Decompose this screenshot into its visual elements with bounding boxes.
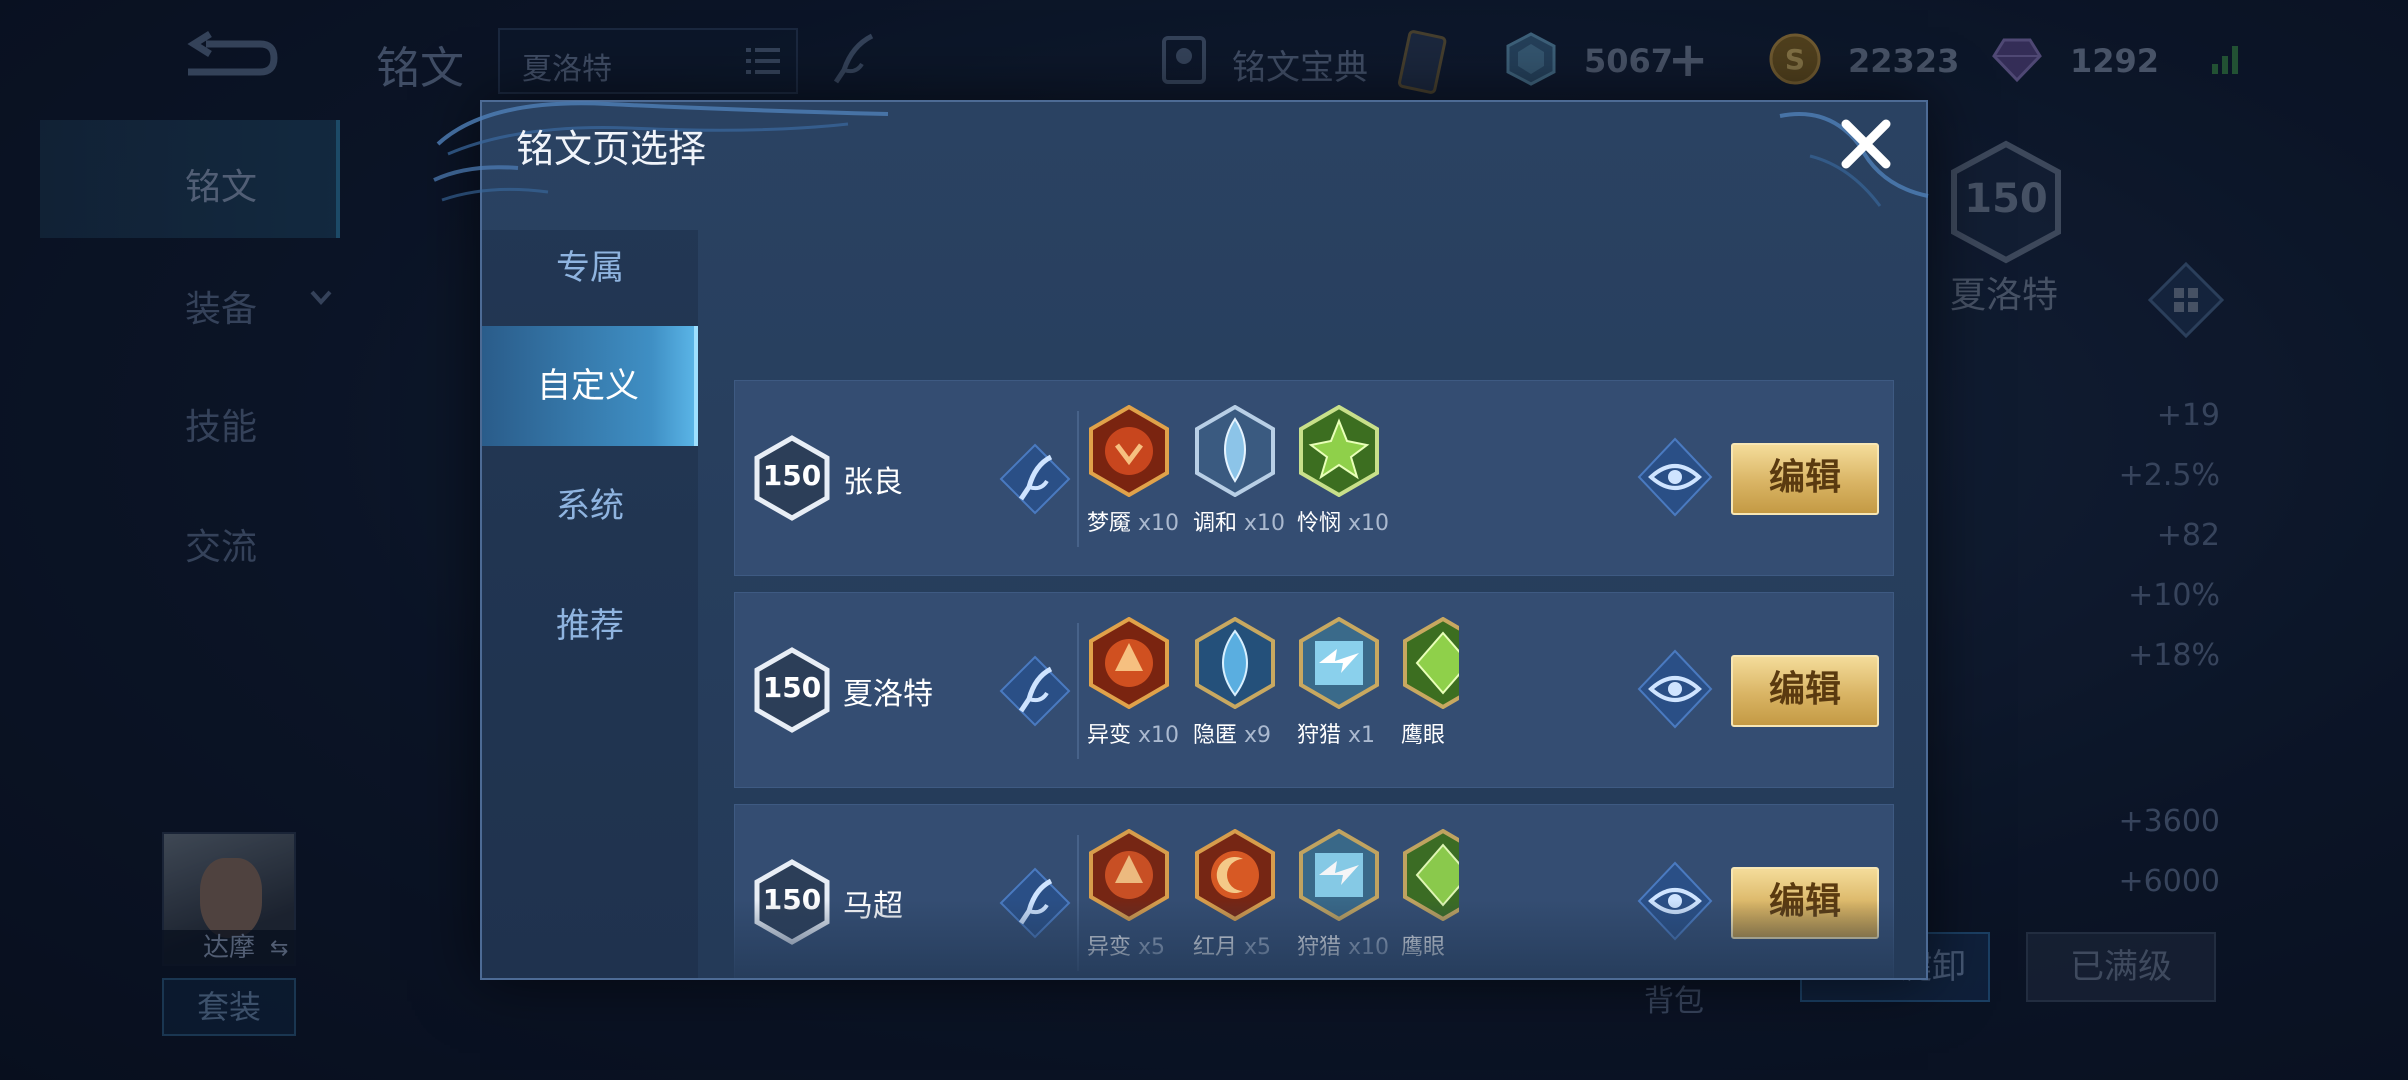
tab-system[interactable]: 系统 xyxy=(482,446,698,566)
rename-quill-icon[interactable] xyxy=(999,655,1071,727)
crystal-amount: 5067 xyxy=(1584,42,1674,80)
rune-page-hero: 张良 xyxy=(843,465,903,500)
rune-list: 梦魇 x10 调和 x10 怜悯 x10 xyxy=(1087,405,1459,555)
tab-custom[interactable]: 自定义 xyxy=(482,326,698,446)
nav-item-equipment[interactable]: 装备 xyxy=(40,242,340,360)
rune-red-moon-icon xyxy=(1195,829,1275,921)
gem-amount: 1292 xyxy=(2070,42,2160,80)
rune-stealth-icon xyxy=(1195,617,1275,709)
rune-page-row[interactable]: 150 张良 梦魇 x10 调和 x10 怜悯 x10 编辑 xyxy=(734,380,1894,576)
rune-label: 隐匿 x9 xyxy=(1193,723,1272,748)
rune-label: 异变 x10 xyxy=(1087,723,1180,748)
rune-label: 梦魇 x10 xyxy=(1087,511,1180,536)
rename-quill-icon[interactable] xyxy=(999,443,1071,515)
crystal-icon xyxy=(1506,32,1556,86)
rune-level: 150 xyxy=(1964,176,2048,222)
rune-page-hero: 马超 xyxy=(843,889,903,924)
rune-label: 鹰眼 xyxy=(1401,935,1446,960)
maxed-button[interactable]: 已满级 xyxy=(2026,932,2216,1002)
list-icon xyxy=(746,48,780,74)
eye-icon[interactable] xyxy=(1637,649,1713,729)
chevron-down-icon xyxy=(310,290,332,305)
divider xyxy=(1077,835,1079,971)
rename-quill-icon[interactable] xyxy=(822,30,882,90)
rune-mutation-icon xyxy=(1089,617,1169,709)
rune-hawkeye-icon xyxy=(1403,829,1459,921)
rune-harmony-icon xyxy=(1195,405,1275,497)
hero-portrait xyxy=(200,858,262,938)
rune-label: 调和 x10 xyxy=(1193,511,1286,536)
edit-button[interactable]: 编辑 xyxy=(1731,443,1879,515)
eye-icon[interactable] xyxy=(1637,861,1713,941)
rune-label: 怜悯 x10 xyxy=(1297,511,1390,536)
rune-label: 异变 x5 xyxy=(1087,935,1166,960)
nav-item-label: 铭文 xyxy=(185,167,258,208)
rune-mercy-icon xyxy=(1299,405,1379,497)
edit-button[interactable]: 编辑 xyxy=(1731,867,1879,939)
rune-nightmare-icon xyxy=(1089,405,1169,497)
rune-page-level: 150 xyxy=(762,883,822,916)
rune-hunt-icon xyxy=(1299,829,1379,921)
nav-item-exchange[interactable]: 交流 xyxy=(40,480,340,598)
rune-page-dropdown-value: 夏洛特 xyxy=(522,52,612,87)
rune-page-level: 150 xyxy=(762,671,822,704)
rune-hunt-icon xyxy=(1299,617,1379,709)
back-button[interactable] xyxy=(180,28,280,88)
rune-mutation-icon xyxy=(1089,829,1169,921)
add-crystal-button[interactable]: + xyxy=(1668,36,1708,84)
rune-page-row[interactable]: 150 马超 异变 x5 红月 x5 狩猎 x10 鹰眼 编辑 xyxy=(734,804,1894,978)
edit-button[interactable]: 编辑 xyxy=(1731,655,1879,727)
signal-icon xyxy=(2212,46,2238,74)
grid-icon[interactable] xyxy=(2148,262,2224,338)
rune-label: 鹰眼 xyxy=(1401,723,1446,748)
rune-label: 狩猎 x1 xyxy=(1297,723,1376,748)
rune-page-row[interactable]: 150 夏洛特 异变 x10 隐匿 x9 狩猎 x1 鹰眼 编辑 xyxy=(734,592,1894,788)
modal-title: 铭文页选择 xyxy=(516,127,707,171)
codex-label: 铭文宝典 xyxy=(1232,48,1368,88)
nav-item-label: 技能 xyxy=(185,407,258,448)
page-title: 铭文 xyxy=(376,43,464,94)
divider xyxy=(1077,411,1079,547)
rune-label: 狩猎 x10 xyxy=(1297,935,1390,960)
rename-quill-icon[interactable] xyxy=(999,867,1071,939)
rune-page-level: 150 xyxy=(762,459,822,492)
nav-item-skills[interactable]: 技能 xyxy=(40,360,340,478)
rune-page-hero: 夏洛特 xyxy=(843,677,933,712)
gold-amount: 22323 xyxy=(1848,42,1960,80)
divider xyxy=(1077,623,1079,759)
rune-list: 异变 x10 隐匿 x9 狩猎 x1 鹰眼 xyxy=(1087,617,1459,767)
rune-hawkeye-icon xyxy=(1403,617,1459,709)
suit-button[interactable]: 套装 xyxy=(162,978,296,1036)
nav-item-rune[interactable]: 铭文 xyxy=(40,120,340,238)
eye-icon[interactable] xyxy=(1637,437,1713,517)
tab-exclusive[interactable]: 专属 xyxy=(482,208,698,328)
close-icon[interactable] xyxy=(1836,114,1896,174)
rune-page-list[interactable]: 150 张良 梦魇 x10 调和 x10 怜悯 x10 编辑 150 夏洛特 异… xyxy=(734,380,1894,978)
nav-item-label: 交流 xyxy=(185,527,258,568)
card-icon[interactable] xyxy=(1392,28,1452,98)
bag-label[interactable]: 背包 xyxy=(1644,976,1704,1020)
tab-recommended[interactable]: 推荐 xyxy=(482,566,698,686)
svg-text:S: S xyxy=(1785,43,1805,76)
rune-list: 异变 x5 红月 x5 狩猎 x10 鹰眼 xyxy=(1087,829,1459,978)
gold-coin-icon: S xyxy=(1769,33,1821,85)
codex-icon xyxy=(1162,36,1206,84)
nav-item-label: 装备 xyxy=(185,289,258,330)
rune-label: 红月 x5 xyxy=(1193,935,1272,960)
gem-icon xyxy=(1992,38,2042,83)
rune-page-dropdown[interactable]: 夏洛特 xyxy=(498,28,798,94)
selected-hero-name: 夏洛特 xyxy=(1950,275,2059,316)
swap-icon[interactable]: ⇆ xyxy=(270,936,288,961)
